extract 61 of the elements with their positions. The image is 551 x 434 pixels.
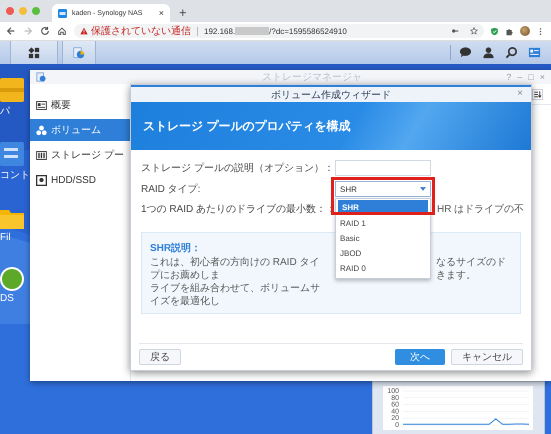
star-icon[interactable]: [470, 27, 478, 35]
security-warning: 保護されていない通信: [91, 24, 191, 38]
widgets-icon[interactable]: [528, 46, 541, 59]
sidebar-item[interactable]: 概要: [30, 94, 130, 116]
url-text: 192.168.: [204, 26, 236, 36]
control-panel-icon[interactable]: [0, 140, 24, 168]
info-title: SHR説明：: [150, 243, 202, 254]
storage-app-icon: [73, 46, 85, 58]
dialog-button[interactable]: キャンセル: [451, 349, 523, 365]
sidebar-item[interactable]: ボリューム: [30, 119, 130, 141]
description-text: なるサイズのド: [436, 256, 507, 269]
input-field[interactable]: [335, 160, 431, 176]
new-tab-button[interactable]: +: [179, 5, 187, 20]
url-text: /?dc=1595586524910: [269, 26, 347, 36]
stacked-circles-icon: [36, 124, 47, 136]
dialog-title: ボリューム作成ウィザード: [271, 88, 391, 102]
address-bar[interactable]: 保護されていない通信 192.168. /?dc=1595586524910: [74, 24, 484, 38]
sort-icon[interactable]: [532, 88, 543, 100]
tab-close-button[interactable]: ×: [158, 8, 164, 18]
field-label: RAID タイプ:: [141, 182, 202, 196]
search-icon[interactable]: [505, 46, 518, 59]
caret-icon: [420, 187, 426, 191]
user-icon[interactable]: [482, 46, 495, 59]
home-icon[interactable]: [57, 26, 67, 36]
field-value: HR はドライブの不: [437, 202, 524, 216]
grid-icon: [28, 46, 40, 58]
description-text: これは、初心者の方向けの RAID タイプにお薦めしま: [150, 256, 320, 282]
shield-icon[interactable]: [490, 26, 499, 36]
sidebar-item[interactable]: ストレージ プー: [30, 144, 130, 166]
bars-icon: [36, 150, 47, 160]
site-icon: [58, 8, 67, 18]
desktop-icon-label: コント: [0, 169, 30, 182]
back-icon[interactable]: [6, 26, 16, 36]
puzzle-icon[interactable]: [505, 26, 514, 36]
dropdown-option[interactable]: RAID 0: [336, 261, 430, 276]
page-heading: ストレージ プールのプロパティを構成: [143, 118, 350, 134]
description-text: きます。: [436, 269, 477, 282]
key-icon[interactable]: [451, 27, 459, 35]
main-menu-button[interactable]: [10, 41, 58, 64]
desktop-icon-label: パ: [0, 105, 10, 118]
id-card-icon: [36, 100, 47, 110]
package-app-icon[interactable]: [0, 76, 24, 104]
warning-icon: [80, 27, 88, 35]
window-title: ストレージマネージャ: [262, 71, 362, 84]
desktop-icon-label: Fil: [0, 232, 11, 243]
description-text: ライブを組み合わせて、ボリュームサイズを最適化し: [150, 282, 321, 308]
reload-icon[interactable]: [40, 26, 50, 36]
field-label: ストレージ プールの説明（オプション）：: [141, 162, 329, 175]
sidebar-item[interactable]: HDD/SSD: [30, 169, 130, 191]
profile-avatar[interactable]: [520, 26, 530, 36]
dropdown-option[interactable]: Basic: [336, 231, 430, 246]
chat-icon[interactable]: [459, 46, 472, 59]
close-window-button[interactable]: [6, 7, 14, 15]
storage-manager-taskbar-button[interactable]: [62, 41, 96, 64]
dropdown-option[interactable]: JBOD: [336, 246, 430, 261]
redaction-bar: [235, 27, 270, 35]
desktop-icon-label: DS: [0, 293, 14, 304]
app-circle-icon[interactable]: [0, 265, 24, 293]
dropdown-select[interactable]: SHR: [335, 181, 431, 197]
dropdown-option[interactable]: RAID 1: [336, 216, 430, 231]
dialog-button[interactable]: 戻る: [139, 349, 181, 365]
